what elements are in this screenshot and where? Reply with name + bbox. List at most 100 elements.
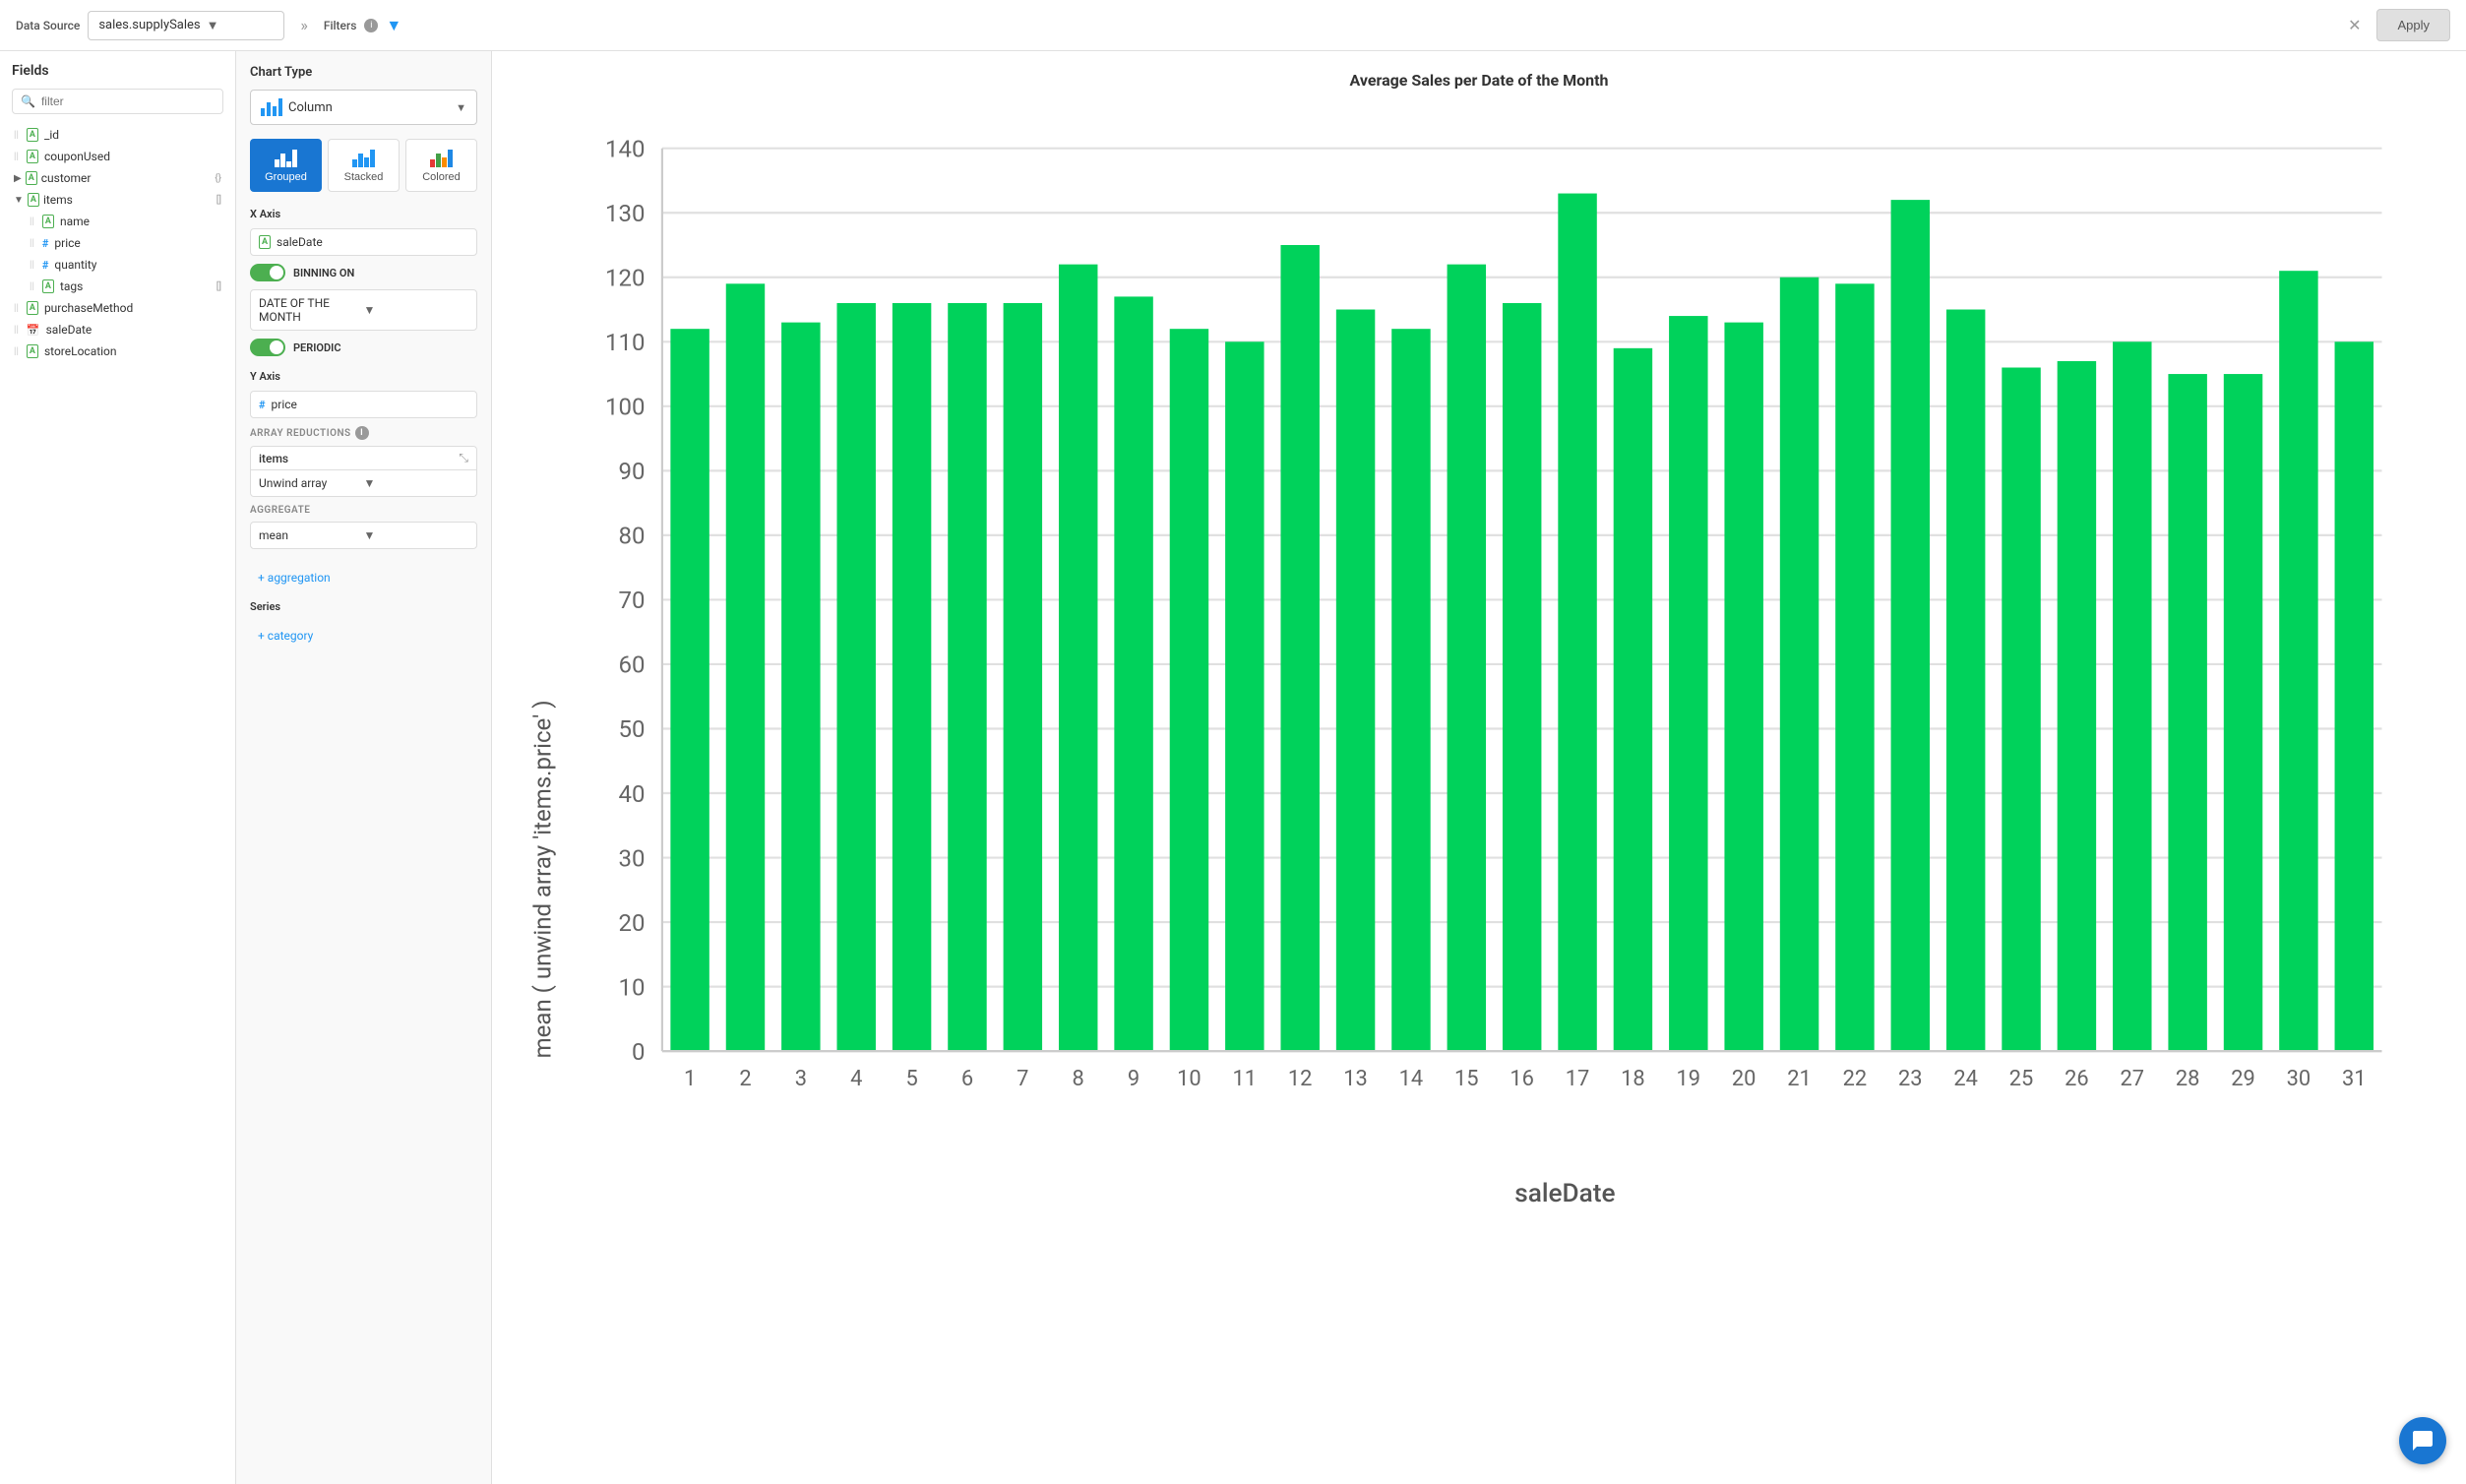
series-section: Series + category	[250, 600, 477, 650]
x-axis-title-text: saleDate	[1514, 1179, 1615, 1208]
chart-type-dropdown[interactable]: Column ▼	[250, 90, 477, 125]
svg-text:100: 100	[605, 394, 646, 421]
periodic-label: PERIODIC	[293, 341, 341, 354]
field-item-saledate[interactable]: || 📅 saleDate	[12, 319, 223, 340]
vbar-icon: ||	[30, 216, 34, 227]
svg-text:26: 26	[2065, 1067, 2089, 1091]
field-name-saledate: saleDate	[46, 323, 221, 337]
svg-text:130: 130	[605, 200, 646, 227]
svg-text:21: 21	[1787, 1067, 1812, 1091]
x-axis-section: X Axis A saleDate BINNING ON DATE OF THE…	[250, 208, 477, 356]
unwind-dropdown[interactable]: Unwind array ▼	[250, 470, 477, 497]
svg-text:50: 50	[618, 715, 645, 743]
svg-text:140: 140	[605, 135, 646, 162]
fields-search-input[interactable]	[41, 94, 215, 108]
field-item-name[interactable]: || A name	[28, 211, 223, 232]
field-item-price[interactable]: || # price	[28, 232, 223, 254]
vbar-icon: ||	[14, 152, 19, 162]
svg-text:3: 3	[795, 1067, 807, 1091]
field-group-items[interactable]: ▼ A items []	[12, 189, 223, 211]
items-row: items ⤡	[250, 446, 477, 470]
field-name-tags: tags	[60, 279, 211, 293]
date-option-dropdown[interactable]: DATE OF THE MONTH ▼	[250, 289, 477, 331]
items-label: items	[259, 452, 288, 465]
field-group-customer[interactable]: ▶ A customer {}	[12, 167, 223, 189]
x-field-type-icon: A	[259, 235, 271, 249]
field-item-quantity[interactable]: || # quantity	[28, 254, 223, 276]
expand-array-icon[interactable]: ⤡	[459, 451, 468, 465]
aggregate-dropdown[interactable]: mean ▼	[250, 522, 477, 549]
svg-text:20: 20	[1732, 1067, 1757, 1091]
field-item-couponused[interactable]: || A couponUsed	[12, 146, 223, 167]
field-item-tags[interactable]: || A tags []	[28, 276, 223, 297]
mode-stacked-button[interactable]: Stacked	[328, 139, 400, 192]
aggregate-label: AGGREGATE	[250, 505, 477, 516]
mode-grouped-label: Grouped	[265, 171, 307, 183]
vbar-icon: ||	[30, 281, 34, 292]
svg-text:24: 24	[1953, 1067, 1978, 1091]
top-bar: Data Source sales.supplySales ▼ » Filter…	[0, 0, 2466, 51]
svg-text:28: 28	[2176, 1067, 2200, 1091]
field-item-id[interactable]: || A _id	[12, 124, 223, 146]
y-axis-field[interactable]: # price	[250, 391, 477, 418]
vbar-icon: ||	[14, 130, 19, 141]
field-name-purchasemethod: purchaseMethod	[44, 301, 221, 315]
filters-label: Filters	[324, 19, 357, 32]
mode-colored-button[interactable]: Colored	[405, 139, 477, 192]
add-aggregation-button[interactable]: + aggregation	[250, 563, 477, 592]
type-icon-coupon: A	[27, 150, 38, 163]
vbar-icon: ||	[14, 325, 19, 336]
svg-text:90: 90	[618, 458, 645, 485]
svg-text:9: 9	[1128, 1067, 1140, 1091]
svg-text:70: 70	[618, 587, 645, 614]
filter-clear-button[interactable]: ✕	[2348, 16, 2361, 35]
svg-text:27: 27	[2121, 1067, 2145, 1091]
chat-bubble-button[interactable]	[2399, 1417, 2446, 1464]
svg-text:7: 7	[1017, 1067, 1028, 1091]
svg-text:6: 6	[961, 1067, 973, 1091]
type-icon-price: #	[42, 237, 49, 250]
chart-config-panel: Chart Type Column ▼ Grouped	[236, 51, 492, 1484]
items-children: || A name || # price || # quantity || A …	[28, 211, 223, 297]
svg-text:80: 80	[618, 523, 645, 550]
chart-type-title: Chart Type	[250, 65, 477, 80]
periodic-toggle[interactable]	[250, 339, 285, 356]
fields-search-box[interactable]: 🔍	[12, 89, 223, 114]
svg-text:10: 10	[1177, 1067, 1202, 1091]
date-option-value: DATE OF THE MONTH	[259, 296, 364, 324]
add-category-button[interactable]: + category	[250, 621, 477, 650]
field-item-storelocation[interactable]: || A storeLocation	[12, 340, 223, 362]
svg-text:4: 4	[850, 1067, 862, 1091]
svg-text:17: 17	[1566, 1067, 1590, 1091]
type-icon-quantity: #	[42, 259, 49, 272]
type-icon-saledate: 📅	[27, 324, 40, 337]
unwind-arrow-icon: ▼	[364, 476, 469, 490]
binning-toggle[interactable]	[250, 264, 285, 281]
mode-stacked-label: Stacked	[344, 171, 384, 183]
chart-type-arrow-icon: ▼	[456, 101, 466, 114]
vbar-icon: ||	[30, 238, 34, 249]
svg-text:12: 12	[1288, 1067, 1313, 1091]
chart-container: mean ( unwind array 'items.price' ) 0102…	[512, 105, 2446, 1227]
svg-text:20: 20	[618, 909, 645, 937]
datasource-dropdown[interactable]: sales.supplySales ▼	[88, 11, 284, 40]
chart-title: Average Sales per Date of the Month	[512, 71, 2446, 90]
series-title: Series	[250, 600, 477, 613]
x-axis-field[interactable]: A saleDate	[250, 228, 477, 256]
svg-text:31: 31	[2342, 1067, 2367, 1091]
svg-text:14: 14	[1399, 1067, 1424, 1091]
arrow-right-icon: »	[300, 16, 308, 34]
fields-panel: Fields 🔍 || A _id || A couponUsed ▶ A cu…	[0, 51, 236, 1484]
mode-grouped-button[interactable]: Grouped	[250, 139, 322, 192]
apply-button[interactable]: Apply	[2376, 9, 2450, 41]
svg-text:1: 1	[684, 1067, 696, 1091]
field-item-purchasemethod[interactable]: || A purchaseMethod	[12, 297, 223, 319]
filters-info-icon: i	[364, 19, 378, 32]
vbar-icon: ||	[14, 303, 19, 314]
field-name-storelocation: storeLocation	[44, 344, 221, 358]
stacked-chart-icon	[352, 148, 375, 167]
svg-text:2: 2	[739, 1067, 751, 1091]
svg-text:10: 10	[618, 973, 645, 1001]
binning-label: BINNING ON	[293, 267, 354, 279]
svg-text:19: 19	[1677, 1067, 1701, 1091]
